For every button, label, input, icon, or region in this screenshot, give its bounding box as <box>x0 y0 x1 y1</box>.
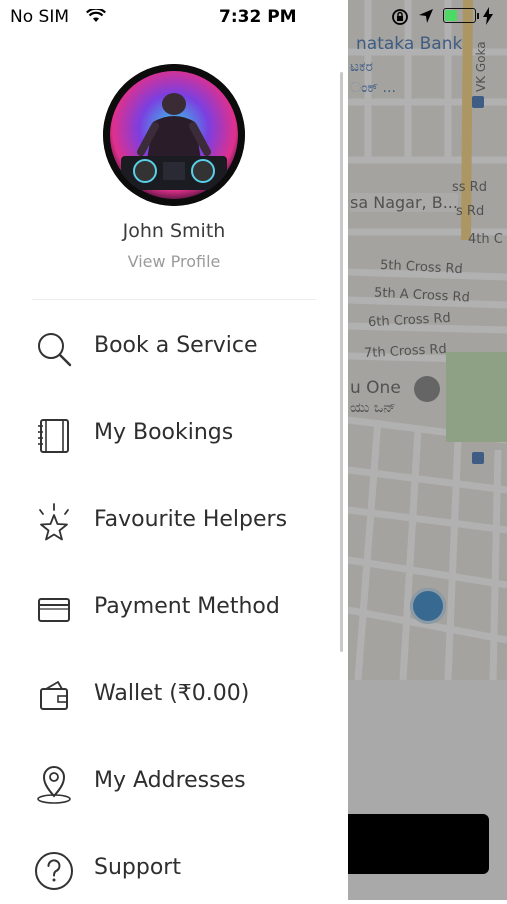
location-pin-icon <box>37 766 71 804</box>
navigation-drawer: John Smith View Profile Book a Service M… <box>0 34 348 900</box>
menu-item-payment-method[interactable]: Payment Method <box>0 573 340 643</box>
map-overlay[interactable] <box>348 0 507 900</box>
battery-cap <box>477 13 479 19</box>
charging-bolt-icon <box>483 7 493 25</box>
avatar[interactable] <box>103 64 245 206</box>
location-arrow-icon <box>419 9 433 23</box>
wifi-icon <box>86 9 106 22</box>
clock: 7:32 PM <box>219 7 297 27</box>
bottom-action-bar[interactable] <box>338 814 489 874</box>
menu-item-book-a-service[interactable]: Book a Service <box>0 312 340 382</box>
menu-label: Favourite Helpers <box>94 507 288 532</box>
menu-label: My Addresses <box>94 768 246 793</box>
menu-label: My Bookings <box>94 420 234 445</box>
notebook-icon <box>38 419 69 453</box>
star-icon <box>39 503 69 541</box>
menu-label: Book a Service <box>94 333 258 358</box>
battery-icon <box>443 8 476 23</box>
menu-label: Wallet (₹0.00) <box>94 681 250 706</box>
wallet-icon <box>40 681 68 710</box>
menu-item-favourite-helpers[interactable]: Favourite Helpers <box>0 486 340 556</box>
menu-item-wallet[interactable]: Wallet (₹0.00) <box>0 660 340 730</box>
menu-label: Payment Method <box>94 594 280 619</box>
menu-label: Support <box>94 855 181 880</box>
dj-avatar-image <box>103 64 245 206</box>
battery-level <box>445 10 458 21</box>
rotation-lock-icon <box>392 9 408 25</box>
drawer-scrollbar[interactable] <box>340 72 343 652</box>
menu-item-my-addresses[interactable]: My Addresses <box>0 747 340 817</box>
status-bar: No SIM 7:32 PM <box>0 0 507 34</box>
help-icon <box>35 852 73 890</box>
search-icon <box>38 333 72 367</box>
carrier-label: No SIM <box>10 7 69 27</box>
menu-item-support[interactable]: Support <box>0 834 340 904</box>
profile-divider <box>32 299 316 300</box>
profile-name: John Smith <box>122 220 226 242</box>
card-icon <box>38 598 70 622</box>
view-profile-link[interactable]: View Profile <box>0 252 348 271</box>
menu-item-my-bookings[interactable]: My Bookings <box>0 399 340 469</box>
